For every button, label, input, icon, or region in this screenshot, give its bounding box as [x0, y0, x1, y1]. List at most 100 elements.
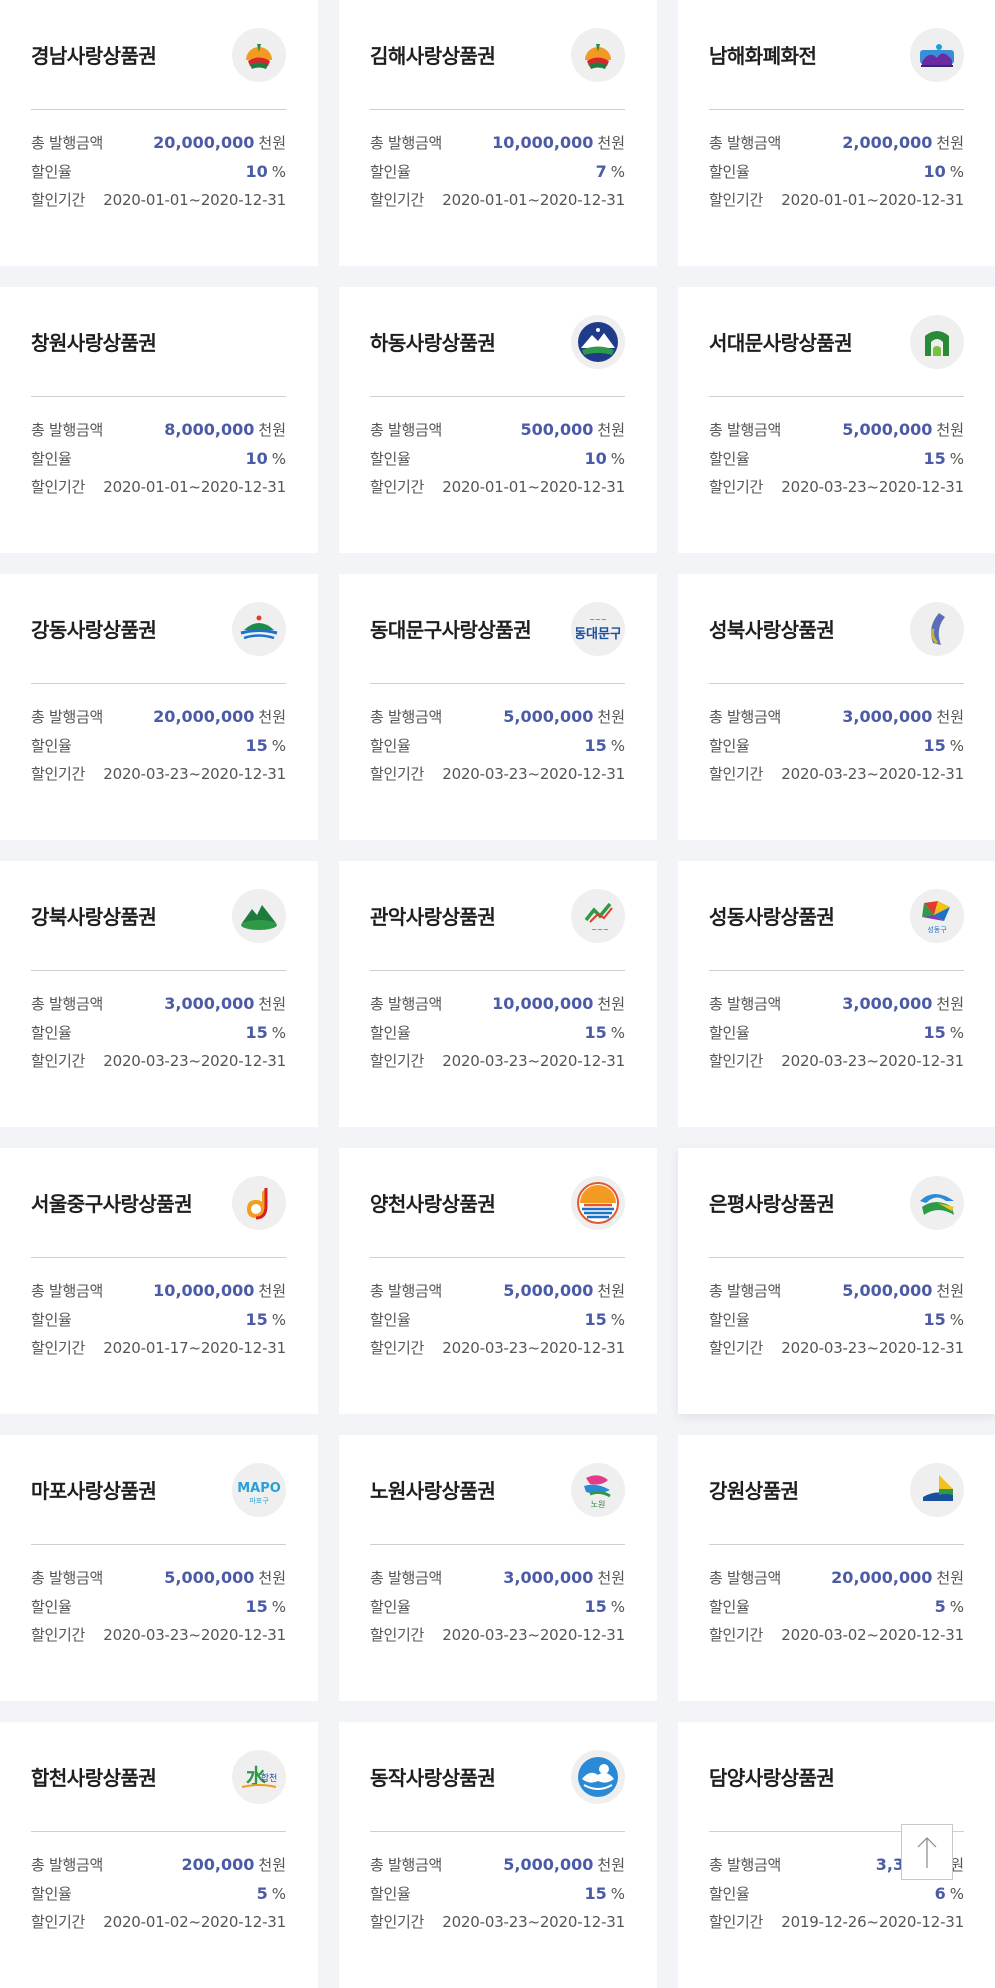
voucher-card[interactable]: 경남사랑상품권 총 발행금액 20,000,000 천원 할인율 10% 할인기간…: [0, 0, 318, 266]
voucher-info: 총 발행금액 10,000,000 천원 할인율 7% 할인기간 2020-01-…: [370, 110, 625, 215]
period-value: 2020-03-23~2020-12-31: [442, 1339, 625, 1357]
voucher-card[interactable]: 동작사랑상품권 총 발행금액 5,000,000 천원 할인율 15% 할인기간 …: [339, 1722, 657, 1988]
voucher-card[interactable]: 남해화폐화전 총 발행금액 2,000,000 천원 할인율 10% 할인기간 2…: [678, 0, 995, 266]
svg-text:~~~: ~~~: [589, 616, 607, 624]
rate-label: 할인율: [709, 1885, 750, 1903]
rate-unit: %: [271, 1598, 286, 1616]
rate-unit: %: [949, 1024, 964, 1042]
period-value: 2020-03-23~2020-12-31: [781, 478, 964, 496]
period-row: 할인기간 2020-01-01~2020-12-31: [709, 186, 964, 215]
period-row: 할인기간 2020-03-23~2020-12-31: [370, 1047, 625, 1076]
seongdong-logo-text: 성동구: [927, 925, 947, 934]
rate-value: 15: [584, 1884, 607, 1903]
amount-row: 총 발행금액 10,000,000 천원: [31, 1276, 286, 1305]
voucher-card[interactable]: 관악사랑상품권 ~~~ 총 발행금액 10,000,000 천원 할인율 15% …: [339, 861, 657, 1127]
river-logo-icon: [232, 601, 286, 656]
voucher-card[interactable]: 하동사랑상품권 총 발행금액 500,000 천원 할인율 10% 할인기간 20…: [339, 287, 657, 553]
voucher-card[interactable]: 강원상품권 총 발행금액 20,000,000 천원 할인율 5% 할인기간 20…: [678, 1435, 995, 1701]
period-row: 할인기간 2020-03-23~2020-12-31: [370, 1621, 625, 1650]
amount-row: 총 발행금액 8,000,000 천원: [31, 415, 286, 444]
rate-row: 할인율 5%: [709, 1592, 964, 1621]
amount-label: 총 발행금액: [709, 1569, 781, 1587]
period-row: 할인기간 2019-12-26~2020-12-31: [709, 1908, 964, 1937]
voucher-info: 총 발행금액 5,000,000 천원 할인율 15% 할인기간 2020-03-…: [709, 397, 964, 502]
rate-value: 15: [923, 449, 946, 468]
amount-value: 8,000,000: [164, 420, 255, 439]
voucher-card[interactable]: 양천사랑상품권 총 발행금액 5,000,000 천원 할인율 15% 할인기간 …: [339, 1148, 657, 1414]
amount-unit: 천원: [258, 1856, 286, 1874]
voucher-card[interactable]: 성동사랑상품권 성동구 총 발행금액 3,000,000 천원 할인율 15% 할…: [678, 861, 995, 1127]
amount-value: 2,000,000: [842, 133, 933, 152]
amount-row: 총 발행금액 2,000,000 천원: [709, 128, 964, 157]
amount-value: 20,000,000: [153, 707, 255, 726]
rate-value: 15: [245, 1597, 268, 1616]
rate-row: 할인율 15%: [370, 1305, 625, 1334]
voucher-title: 동작사랑상품권: [370, 1766, 496, 1790]
period-value: 2020-03-02~2020-12-31: [781, 1626, 964, 1644]
rate-label: 할인율: [709, 450, 750, 468]
sun-water-logo-icon: [571, 1175, 625, 1230]
voucher-info: 총 발행금액 5,000,000 천원 할인율 15% 할인기간 2020-03-…: [709, 1258, 964, 1363]
rate-value: 15: [923, 1023, 946, 1042]
card-header: 성북사랑상품권: [709, 574, 964, 684]
voucher-card[interactable]: 합천사랑상품권 水 합천 총 발행금액 200,000 천원 할인율 5% 할인기간…: [0, 1722, 318, 1988]
rate-label: 할인율: [31, 450, 72, 468]
rate-row: 할인율 15%: [370, 731, 625, 760]
voucher-card[interactable]: 성북사랑상품권 총 발행금액 3,000,000 천원 할인율 15% 할인기간 …: [678, 574, 995, 840]
svg-text:~~~: ~~~: [591, 926, 609, 934]
period-value: 2019-12-26~2020-12-31: [781, 1913, 964, 1931]
period-label: 할인기간: [31, 765, 86, 783]
voucher-info: 총 발행금액 10,000,000 천원 할인율 15% 할인기간 2020-03…: [370, 971, 625, 1076]
voucher-card[interactable]: 서울중구사랑상품권 총 발행금액 10,000,000 천원 할인율 15% 할인…: [0, 1148, 318, 1414]
rate-value: 10: [245, 162, 268, 181]
voucher-card[interactable]: 은평사랑상품권 총 발행금액 5,000,000 천원 할인율 15% 할인기간 …: [678, 1148, 995, 1414]
period-label: 할인기간: [370, 1626, 425, 1644]
amount-label: 총 발행금액: [709, 1282, 781, 1300]
rate-unit: %: [610, 1598, 625, 1616]
period-label: 할인기간: [709, 765, 764, 783]
amount-value: 10,000,000: [492, 994, 594, 1013]
rate-unit: %: [610, 163, 625, 181]
voucher-card[interactable]: 동대문구사랑상품권 ~~~ 동대문구 총 발행금액 5,000,000 천원 할인율…: [339, 574, 657, 840]
sunrise-logo-icon: [571, 27, 625, 82]
rate-label: 할인율: [370, 1598, 411, 1616]
voucher-card[interactable]: 창원사랑상품권 총 발행금액 8,000,000 천원 할인율 10% 할인기간 …: [0, 287, 318, 553]
voucher-card[interactable]: 마포사랑상품권 MAPO 마포구 총 발행금액 5,000,000 천원 할인율 1…: [0, 1435, 318, 1701]
voucher-card[interactable]: 서대문사랑상품권 총 발행금액 5,000,000 천원 할인율 15% 할인기간…: [678, 287, 995, 553]
voucher-info: 총 발행금액 5,000,000 천원 할인율 15% 할인기간 2020-03-…: [31, 1545, 286, 1650]
gate-logo-icon: [910, 314, 964, 369]
voucher-title: 서울중구사랑상품권: [31, 1192, 193, 1216]
voucher-card[interactable]: 강북사랑상품권 총 발행금액 3,000,000 천원 할인율 15% 할인기간 …: [0, 861, 318, 1127]
letter-j-logo-icon: [232, 1175, 286, 1230]
voucher-card[interactable]: 강동사랑상품권 총 발행금액 20,000,000 천원 할인율 15% 할인기간…: [0, 574, 318, 840]
scroll-top-button[interactable]: [901, 1824, 953, 1880]
rate-unit: %: [949, 450, 964, 468]
rate-value: 15: [245, 1310, 268, 1329]
amount-label: 총 발행금액: [709, 1856, 781, 1874]
amount-row: 총 발행금액 3,000,000 천원: [709, 702, 964, 731]
amount-label: 총 발행금액: [31, 134, 103, 152]
voucher-card[interactable]: 노원사랑상품권 노원 총 발행금액 3,000,000 천원 할인율 15% 할인…: [339, 1435, 657, 1701]
voucher-info: 총 발행금액 3,000,000 천원 할인율 15% 할인기간 2020-03-…: [31, 971, 286, 1076]
rate-label: 할인율: [370, 1885, 411, 1903]
period-row: 할인기간 2020-03-23~2020-12-31: [370, 1908, 625, 1937]
amount-row: 총 발행금액 20,000,000 천원: [709, 1563, 964, 1592]
voucher-card[interactable]: 김해사랑상품권 총 발행금액 10,000,000 천원 할인율 7% 할인기간 …: [339, 0, 657, 266]
rate-label: 할인율: [709, 163, 750, 181]
period-label: 할인기간: [709, 478, 764, 496]
rate-value: 10: [245, 449, 268, 468]
voucher-title: 노원사랑상품권: [370, 1479, 496, 1503]
amount-label: 총 발행금액: [31, 1569, 103, 1587]
rate-label: 할인율: [370, 1311, 411, 1329]
period-value: 2020-03-23~2020-12-31: [781, 765, 964, 783]
period-row: 할인기간 2020-03-23~2020-12-31: [709, 1047, 964, 1076]
period-value: 2020-01-01~2020-12-31: [103, 478, 286, 496]
card-header: 강원상품권: [709, 1435, 964, 1545]
card-header: 합천사랑상품권 水 합천: [31, 1722, 286, 1832]
rate-unit: %: [271, 1024, 286, 1042]
rate-label: 할인율: [31, 163, 72, 181]
rate-label: 할인율: [370, 1024, 411, 1042]
amount-label: 총 발행금액: [370, 134, 442, 152]
voucher-title: 관악사랑상품권: [370, 905, 496, 929]
amount-unit: 천원: [597, 1856, 625, 1874]
